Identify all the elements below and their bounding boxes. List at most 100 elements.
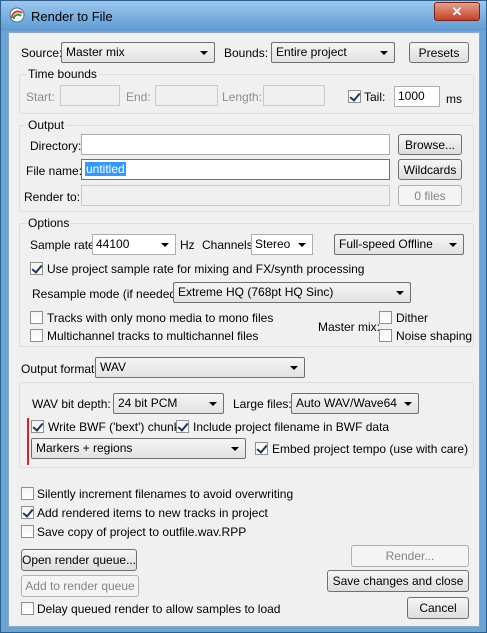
render-to-field [81,185,390,206]
time-bounds-title: Time bounds [26,67,99,81]
bounds-value: Entire project [276,45,347,59]
end-label: End: [126,90,151,104]
chevron-down-icon [449,243,457,247]
chevron-down-icon [380,51,388,55]
filename-label: File name: [26,164,83,178]
resample-value: Extreme HQ (768pt HQ Sinc) [178,285,334,299]
mono-checkbox[interactable] [30,311,43,324]
bit-depth-label: WAV bit depth: [32,397,111,411]
tail-checkbox[interactable] [348,90,361,103]
large-files-label: Large files: [233,397,292,411]
output-title: Output [26,118,67,132]
speed-value: Full-speed Offline [339,237,433,251]
render-to-label: Render to: [24,190,81,204]
multichannel-label: Multichannel tracks to multichannel file… [47,329,259,343]
silently-increment-label: Silently increment filenames to avoid ov… [37,487,294,501]
chevron-down-icon [161,243,169,247]
markers-dropdown[interactable]: Markers + regions [31,438,246,459]
reaper-app-icon [9,7,25,23]
length-field [263,85,325,106]
chevron-down-icon [396,291,404,295]
close-button[interactable]: ✕ [434,2,480,21]
directory-label: Directory: [30,139,82,153]
options-title: Options [26,216,72,230]
filename-input[interactable]: untitled [81,159,390,180]
output-format-dropdown[interactable]: WAV [95,357,305,378]
speed-dropdown[interactable]: Full-speed Offline [334,234,464,255]
wildcards-button[interactable]: Wildcards [398,159,462,180]
tail-label: Tail: [364,90,386,104]
chevron-down-icon [209,402,217,406]
add-to-render-queue-button: Add to render queue [21,575,139,597]
markers-value: Markers + regions [36,441,133,455]
resample-dropdown[interactable]: Extreme HQ (768pt HQ Sinc) [173,282,411,303]
chevron-down-icon [298,243,306,247]
delay-render-checkbox[interactable] [21,602,34,615]
use-project-rate-label: Use project sample rate for mixing and F… [47,262,365,276]
bwf-label: Write BWF ('bext') chunk [48,420,180,434]
include-filename-label: Include project filename in BWF data [193,420,390,434]
multichannel-checkbox[interactable] [30,329,43,342]
chevron-down-icon [404,402,412,406]
bit-depth-dropdown[interactable]: 24 bit PCM [113,393,224,414]
master-mix-label: Master mix: [318,320,381,334]
dialog-body: Source: Master mix Bounds: Entire projec… [8,32,480,627]
save-copy-checkbox[interactable] [21,525,34,538]
channels-dropdown[interactable]: Stereo [251,234,313,255]
title-bar: Render to File ✕ [1,1,486,31]
directory-input[interactable] [81,134,390,155]
source-dropdown[interactable]: Master mix [61,42,215,63]
output-format-value: WAV [100,360,126,374]
hz-label: Hz [180,238,195,252]
dither-checkbox[interactable] [379,311,392,324]
noise-shaping-label: Noise shaping [396,329,473,343]
include-filename-checkbox[interactable] [176,420,189,433]
render-button: Render... [351,545,469,567]
embed-tempo-label: Embed project tempo (use with care) [272,442,469,456]
start-field [60,85,120,106]
cancel-button[interactable]: Cancel [407,597,469,619]
format-accent-bar [27,418,29,465]
sample-rate-dropdown[interactable]: 44100 [92,234,176,255]
chevron-down-icon [200,51,208,55]
output-format-label: Output format: [21,362,98,376]
browse-button[interactable]: Browse... [398,134,462,155]
filename-value: untitled [85,162,126,176]
tail-unit: ms [446,92,462,106]
chevron-down-icon [290,366,298,370]
save-and-close-button[interactable]: Save changes and close [327,570,469,592]
resample-label: Resample mode (if needed): [32,287,184,301]
sample-rate-value: 44100 [96,237,130,251]
window-title: Render to File [31,9,113,24]
files-count-button: 0 files [398,185,462,206]
source-label: Source: [21,46,63,60]
large-files-dropdown[interactable]: Auto WAV/Wave64 [291,393,419,414]
add-rendered-checkbox[interactable] [21,506,34,519]
silently-increment-checkbox[interactable] [21,487,34,500]
length-label: Length: [222,90,263,104]
channels-label: Channels: [202,238,257,252]
bwf-checkbox[interactable] [31,420,44,433]
bit-depth-value: 24 bit PCM [118,396,178,410]
presets-button[interactable]: Presets [409,42,469,63]
start-label: Start: [26,90,55,104]
sample-rate-label: Sample rate: [30,238,99,252]
bounds-label: Bounds: [224,46,269,60]
end-field [155,85,218,106]
open-render-queue-button[interactable]: Open render queue... [21,549,137,571]
save-copy-label: Save copy of project to outfile.wav.RPP [37,525,247,539]
chevron-down-icon [231,447,239,451]
channels-value: Stereo [255,237,291,251]
bounds-dropdown[interactable]: Entire project [271,42,395,63]
noise-shaping-checkbox[interactable] [379,329,392,342]
delay-render-label: Delay queued render to allow samples to … [37,602,281,616]
tail-input[interactable]: 1000 [394,86,440,107]
mono-label: Tracks with only mono media to mono file… [47,311,274,325]
source-value: Master mix [66,45,125,59]
add-rendered-label: Add rendered items to new tracks in proj… [37,506,268,520]
embed-tempo-checkbox[interactable] [255,442,268,455]
use-project-rate-checkbox[interactable] [30,262,43,275]
dither-label: Dither [396,311,429,325]
render-dialog-window: Render to File ✕ Source: Master mix Boun… [0,0,487,633]
large-files-value: Auto WAV/Wave64 [296,396,397,410]
